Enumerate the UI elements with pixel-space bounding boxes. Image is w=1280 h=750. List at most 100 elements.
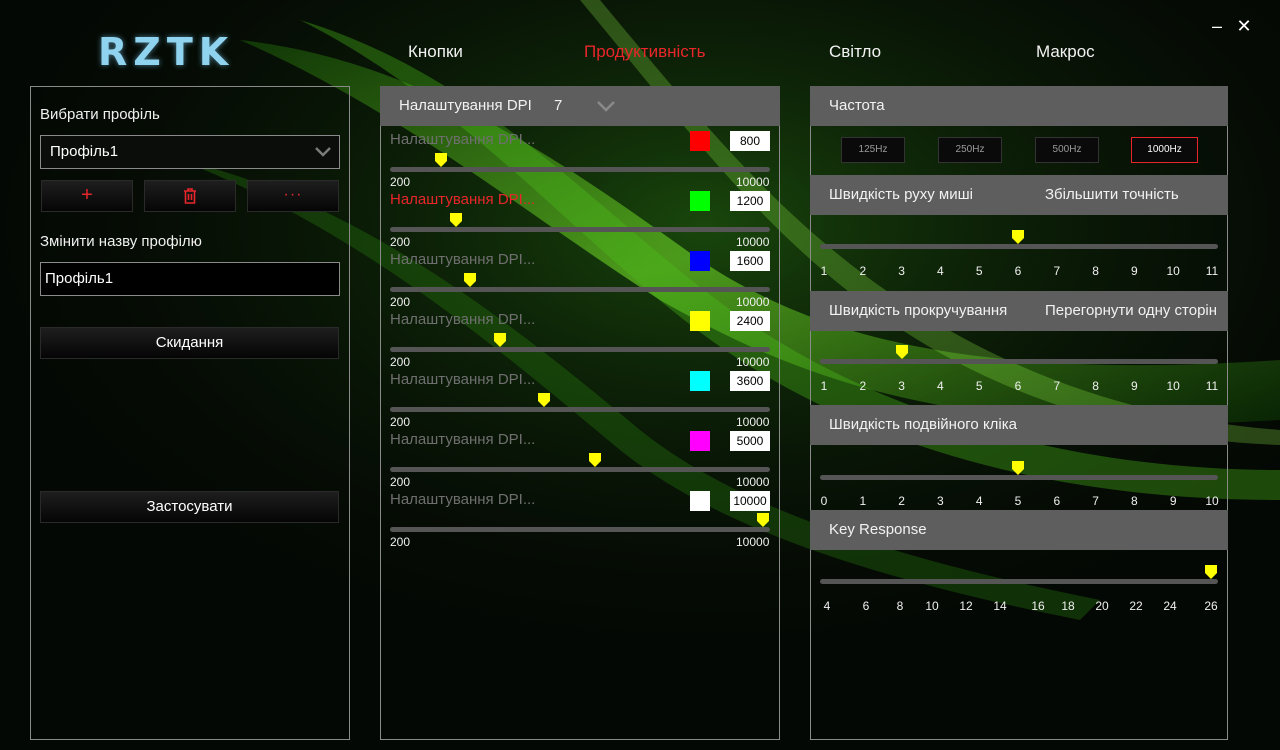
dpi-color-swatch[interactable] [690, 371, 710, 391]
dpi-stage-label[interactable]: Налаштування DPI... [390, 311, 535, 328]
dpi-value-field[interactable]: 800 [730, 131, 770, 151]
tab-macro[interactable]: Макрос [1036, 42, 1095, 62]
dpi-value-field[interactable]: 2400 [730, 311, 770, 331]
dpi-panel [380, 86, 780, 740]
mouse-speed-slider-tick: 6 [1014, 264, 1022, 278]
dpi-stage-label[interactable]: Налаштування DPI... [390, 191, 535, 208]
dpi-color-swatch[interactable] [690, 491, 710, 511]
tab-performance[interactable]: Продуктивність [584, 42, 705, 62]
dpi-slider-thumb[interactable] [464, 273, 477, 287]
key-response-slider-tick: 14 [993, 599, 1007, 613]
dpi-value-field[interactable]: 1600 [730, 251, 770, 271]
apply-button[interactable]: Застосувати [40, 491, 339, 523]
dpi-value-field[interactable]: 5000 [730, 431, 770, 451]
profile-select[interactable]: Профіль1 [40, 135, 340, 169]
tab-buttons[interactable]: Кнопки [408, 42, 463, 62]
dpi-max-label: 10000 [736, 175, 770, 189]
scroll-speed-slider-tick: 11 [1205, 379, 1219, 393]
mouse-speed-slider-track[interactable] [820, 244, 1218, 249]
dpi-value-field[interactable]: 3600 [730, 371, 770, 391]
scroll-speed-slider-track[interactable] [820, 359, 1218, 364]
scroll-speed-slider-tick: 7 [1053, 379, 1061, 393]
dpi-slider-track[interactable] [390, 527, 770, 532]
double-click-slider-tick: 2 [898, 494, 905, 508]
dpi-stage-label[interactable]: Налаштування DPI... [390, 431, 535, 448]
key-response-header: Key Response [810, 510, 1228, 550]
dpi-min-label: 200 [390, 535, 411, 549]
enhance-precision-label[interactable]: Збільшити точність [1045, 175, 1218, 215]
key-response-slider-tick: 26 [1204, 599, 1218, 613]
dpi-value-field[interactable]: 1200 [730, 191, 770, 211]
dpi-slider-track[interactable] [390, 467, 770, 472]
frequency-500-button[interactable]: 500Hz [1035, 137, 1099, 163]
scroll-speed-slider-tick: 6 [1014, 379, 1022, 393]
double-click-slider-tick: 5 [1014, 494, 1022, 508]
scroll-one-page-label[interactable]: Перегорнути одну сторінку [1045, 291, 1218, 331]
dpi-stage-label[interactable]: Налаштування DPI... [390, 251, 535, 268]
double-click-slider-tick: 9 [1169, 494, 1177, 508]
double-click-slider-tick: 8 [1131, 494, 1138, 508]
dpi-color-swatch[interactable] [690, 311, 710, 331]
key-response-slider-tick: 18 [1061, 599, 1075, 613]
more-options-button[interactable]: ··· [247, 180, 339, 212]
dpi-slider-thumb[interactable] [589, 453, 602, 467]
dpi-stage-label[interactable]: Налаштування DPI... [390, 371, 535, 388]
double-click-slider-tick: 1 [859, 494, 867, 508]
close-button[interactable]: ✕ [1234, 16, 1254, 36]
mouse-speed-slider-tick: 2 [859, 264, 867, 278]
scroll-speed-slider-thumb[interactable] [895, 345, 908, 359]
dpi-slider-track[interactable] [390, 287, 770, 292]
frequency-title: Частота [829, 97, 885, 114]
dpi-slider-track[interactable] [390, 227, 770, 232]
dpi-slider-thumb[interactable] [537, 393, 550, 407]
mouse-speed-slider-tick: 3 [898, 264, 905, 278]
dpi-slider-track[interactable] [390, 167, 770, 172]
dpi-stage-label[interactable]: Налаштування DPI... [390, 131, 535, 148]
dpi-color-swatch[interactable] [690, 131, 710, 151]
mouse-speed-slider-thumb[interactable] [1012, 230, 1024, 244]
dpi-slider-thumb[interactable] [435, 153, 448, 167]
dpi-min-label: 200 [390, 415, 411, 429]
double-click-slider-thumb[interactable] [1012, 461, 1024, 475]
dpi-min-label: 200 [390, 175, 411, 189]
mouse-speed-slider-tick: 7 [1053, 264, 1061, 278]
dpi-slider-thumb[interactable] [757, 513, 769, 527]
frequency-1000-button[interactable]: 1000Hz [1131, 137, 1198, 163]
chevron-down-icon [597, 101, 615, 112]
mouse-speed-title: Швидкість руху миші [829, 186, 973, 203]
dpi-color-swatch[interactable] [690, 251, 710, 271]
reset-button[interactable]: Скидання [40, 327, 339, 359]
dpi-slider-thumb[interactable] [493, 333, 506, 347]
dpi-max-label: 10000 [736, 235, 770, 249]
scroll-speed-header: Швидкість прокручування Перегорнути одну… [810, 291, 1228, 331]
minimize-button[interactable]: – [1207, 16, 1227, 36]
key-response-slider-tick: 22 [1129, 599, 1143, 613]
key-response-slider-thumb[interactable] [1205, 565, 1217, 579]
dpi-slider-thumb[interactable] [449, 213, 462, 227]
dpi-stage-label[interactable]: Налаштування DPI... [390, 491, 535, 508]
double-click-slider-track[interactable] [820, 475, 1218, 480]
scroll-speed-title: Швидкість прокручування [829, 302, 1008, 319]
scroll-speed-slider-tick: 3 [898, 379, 905, 393]
key-response-slider-track[interactable] [820, 579, 1218, 584]
frequency-125-button[interactable]: 125Hz [841, 137, 905, 163]
dpi-color-swatch[interactable] [690, 431, 710, 451]
dpi-slider-track[interactable] [390, 347, 770, 352]
profile-name-input[interactable]: Профіль1 [40, 262, 340, 296]
tab-lighting[interactable]: Світло [829, 42, 881, 62]
scroll-speed-slider-tick: 4 [937, 379, 944, 393]
double-click-header: Швидкість подвійного кліка [810, 405, 1228, 445]
app-logo: RZTK [98, 30, 235, 74]
frequency-250-button[interactable]: 250Hz [938, 137, 1002, 163]
delete-profile-button[interactable] [144, 180, 236, 212]
add-profile-button[interactable]: + [41, 180, 133, 212]
dpi-slider-track[interactable] [390, 407, 770, 412]
key-response-slider-tick: 4 [823, 599, 831, 613]
dpi-value-field[interactable]: 10000 [730, 491, 770, 511]
mouse-speed-slider-tick: 1 [820, 264, 828, 278]
dpi-color-swatch[interactable] [690, 191, 710, 211]
dpi-header[interactable]: Налаштування DPI 7 [380, 86, 780, 126]
profile-label: Вибрати профіль [40, 106, 160, 123]
scroll-speed-slider-tick: 9 [1131, 379, 1138, 393]
double-click-slider-tick: 0 [820, 494, 828, 508]
